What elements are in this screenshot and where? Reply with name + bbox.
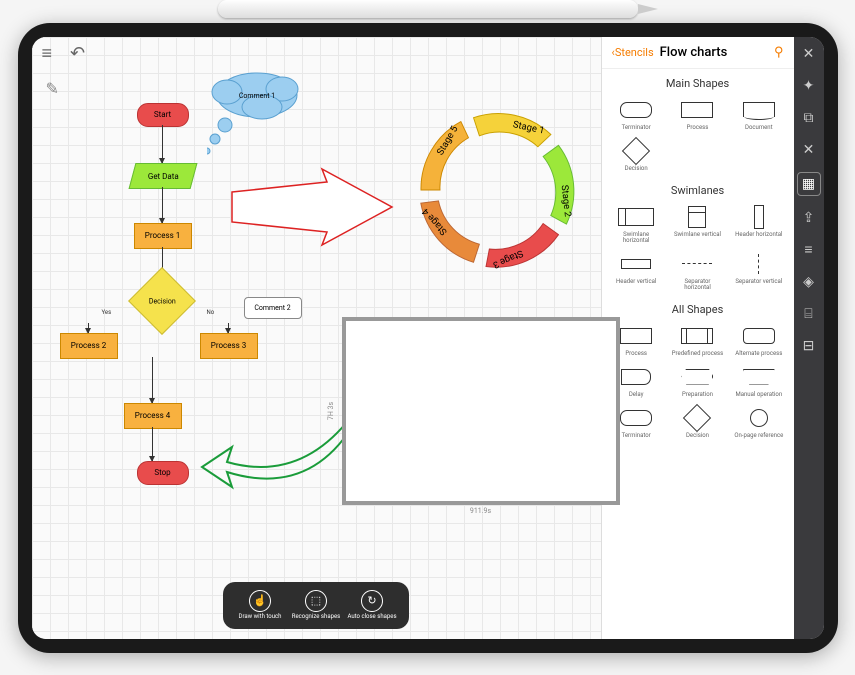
copy-icon[interactable]: ⧉ bbox=[800, 109, 818, 127]
share-icon[interactable]: ⇪ bbox=[800, 209, 818, 227]
drawing-mode-toolbar: ☝Draw with touch ⬚Recognize shapes ↻Auto… bbox=[223, 582, 409, 629]
right-toolbar: ✕ ✦ ⧉ ✕ ▦ ⇪ ≡ ◈ ⌸ ⊟ bbox=[794, 37, 824, 639]
apple-pencil bbox=[218, 0, 638, 18]
connector bbox=[228, 323, 229, 333]
connector bbox=[88, 323, 89, 333]
stencil-header-horizontal[interactable]: Header horizontal bbox=[730, 203, 787, 246]
data-icon[interactable]: ≡ bbox=[800, 241, 818, 259]
flowchart-comment2[interactable]: Comment 2 bbox=[244, 297, 302, 319]
curved-arrow[interactable] bbox=[197, 412, 357, 502]
stencils-back-button[interactable]: ‹ Stencils bbox=[612, 46, 654, 59]
stencil-header-vertical[interactable]: Header vertical bbox=[608, 250, 665, 293]
undo-icon[interactable]: ↶ bbox=[70, 43, 85, 64]
flowchart-data[interactable]: Get Data bbox=[128, 163, 197, 189]
touch-icon: ☝ bbox=[249, 590, 271, 612]
flowchart-decision[interactable]: Decision bbox=[128, 267, 196, 335]
stencils-icon[interactable]: ▦ bbox=[798, 173, 820, 195]
stencil-terminator[interactable]: Terminator bbox=[608, 96, 665, 133]
top-toolbar: ≡ ↶ bbox=[42, 43, 86, 64]
stencil-separator-horizontal[interactable]: Separator horizontal bbox=[669, 250, 726, 293]
stencil-decision[interactable]: Decision bbox=[608, 137, 665, 174]
floor-plan[interactable]: 911.9s 7H 3s bbox=[342, 317, 620, 505]
outline-icon[interactable]: ⌸ bbox=[800, 305, 818, 323]
flowchart-process1[interactable]: Process 1 bbox=[134, 223, 192, 249]
stencil-swimlane-horizontal[interactable]: Swimlane horizontal bbox=[608, 203, 665, 246]
section-swimlanes: Swimlanes bbox=[602, 176, 794, 201]
section-main-shapes: Main Shapes bbox=[602, 69, 794, 94]
stencils-title: Flow charts bbox=[660, 45, 728, 60]
drawing-canvas[interactable]: ≡ ↶ ✎ Comment 1 bbox=[32, 37, 601, 639]
layers-icon[interactable]: ◈ bbox=[800, 273, 818, 291]
connector bbox=[152, 357, 153, 403]
stencil-onpage-reference[interactable]: On-page reference bbox=[730, 404, 787, 441]
tools-icon[interactable]: ✕ bbox=[800, 141, 818, 159]
floorplan-height-label: 7H 3s bbox=[327, 401, 335, 419]
auto-close-shapes-button[interactable]: ↻Auto close shapes bbox=[345, 590, 399, 621]
close-icon[interactable]: ✕ bbox=[800, 45, 818, 63]
connector bbox=[162, 187, 163, 223]
app-screen: ≡ ↶ ✎ Comment 1 bbox=[32, 37, 824, 639]
connector bbox=[152, 427, 153, 461]
recognize-shapes-button[interactable]: ⬚Recognize shapes bbox=[289, 590, 343, 621]
stencil-separator-vertical[interactable]: Separator vertical bbox=[730, 250, 787, 293]
label-yes: Yes bbox=[102, 309, 112, 316]
menu-icon[interactable]: ≡ bbox=[42, 43, 53, 64]
stencil-predefined-process[interactable]: Predefined process bbox=[669, 322, 726, 359]
draw-with-touch-button[interactable]: ☝Draw with touch bbox=[233, 590, 287, 621]
pencil-tool-icon[interactable]: ✎ bbox=[46, 79, 59, 98]
stencils-header: ‹ Stencils Flow charts ⚲ bbox=[602, 37, 794, 69]
stencil-decision-2[interactable]: Decision bbox=[669, 404, 726, 441]
connector bbox=[162, 125, 163, 163]
flowchart-stop[interactable]: Stop bbox=[137, 461, 189, 485]
stencil-preparation[interactable]: Preparation bbox=[669, 363, 726, 400]
stencil-process[interactable]: Process bbox=[669, 96, 726, 133]
ipad-frame: ≡ ↶ ✎ Comment 1 bbox=[18, 23, 838, 653]
stencil-swimlane-vertical[interactable]: Swimlane vertical bbox=[669, 203, 726, 246]
comments-icon[interactable]: ⊟ bbox=[800, 337, 818, 355]
wand-icon[interactable]: ✦ bbox=[800, 77, 818, 95]
block-arrow[interactable] bbox=[227, 167, 397, 247]
floorplan-width-label: 911.9s bbox=[470, 507, 491, 515]
flowchart-start[interactable]: Start bbox=[137, 103, 189, 127]
stencils-panel: ‹ Stencils Flow charts ⚲ Main Shapes Ter… bbox=[601, 37, 794, 639]
flowchart-process2[interactable]: Process 2 bbox=[60, 333, 118, 359]
section-all-shapes: All Shapes bbox=[602, 295, 794, 320]
cycle-diagram[interactable]: Stage 1 Stage 2 Stage 3 Stage 4 Stage 5 bbox=[402, 95, 592, 285]
recognize-icon: ⬚ bbox=[305, 590, 327, 612]
stencil-manual-operation[interactable]: Manual operation bbox=[730, 363, 787, 400]
autoclose-icon: ↻ bbox=[361, 590, 383, 612]
stencil-document[interactable]: Document bbox=[730, 96, 787, 133]
label-no: No bbox=[207, 309, 215, 316]
stencil-alternate-process[interactable]: Alternate process bbox=[730, 322, 787, 359]
flowchart-process4[interactable]: Process 4 bbox=[124, 403, 182, 429]
thought-cloud[interactable]: Comment 1 bbox=[207, 67, 287, 117]
flowchart-process3[interactable]: Process 3 bbox=[200, 333, 258, 359]
svg-text:Comment 1: Comment 1 bbox=[238, 92, 274, 100]
search-icon[interactable]: ⚲ bbox=[774, 45, 784, 60]
